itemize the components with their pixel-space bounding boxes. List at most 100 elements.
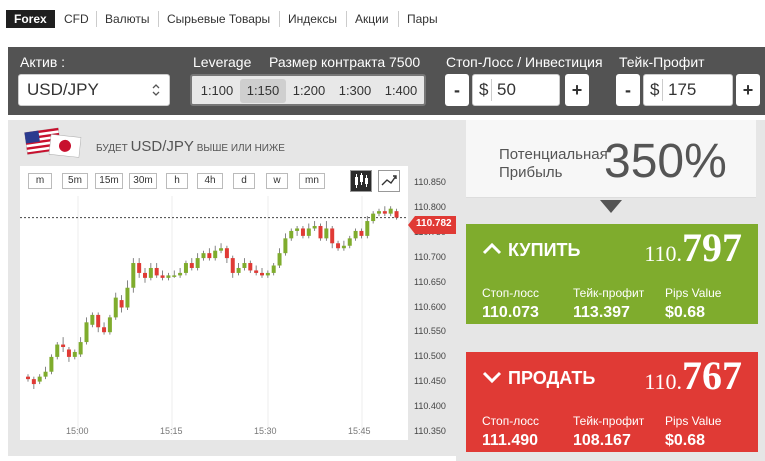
chart-panel: будет USD/JPY выше или ниже m 5m 15m 30m… [8, 120, 462, 456]
candle [224, 245, 229, 264]
candle [230, 255, 235, 278]
leverage-option-300[interactable]: 1:300 [332, 79, 378, 103]
tab-forex[interactable]: Forex [6, 10, 55, 28]
candle [289, 228, 294, 241]
candle-body [271, 265, 276, 273]
buy-label-text: КУПИТЬ [508, 240, 581, 260]
tab-indices[interactable]: Индексы [280, 10, 345, 28]
chart-question: будет USD/JPY выше или ниже [96, 138, 285, 155]
candle [295, 225, 300, 236]
sell-button[interactable]: ПРОДАТЬ 110.767 Стоп-лосс 111.490 Тейк-п… [466, 352, 758, 452]
buy-button[interactable]: КУПИТЬ 110.797 Стоп-лосс 110.073 Тейк-пр… [466, 224, 758, 324]
candle [318, 223, 323, 241]
candle [107, 314, 112, 335]
candle [207, 248, 212, 261]
candle-body [137, 263, 142, 273]
candle [125, 280, 130, 310]
sell-stoploss-value: 111.490 [482, 432, 539, 449]
tab-currencies[interactable]: Валюты [97, 10, 158, 28]
candle-body [359, 230, 364, 236]
takeprofit-input[interactable]: $ 175 [643, 74, 733, 106]
leverage-label: Leverage [193, 54, 252, 70]
stoploss-input[interactable]: $ 50 [472, 74, 560, 106]
candle [172, 270, 177, 278]
candle-body [195, 258, 200, 268]
sell-stoploss-label: Стоп-лосс [482, 414, 540, 428]
x-axis-tick-label: 15:15 [160, 426, 183, 436]
potential-profit-box: Потенциальная Прибыль 350% [466, 120, 756, 198]
candle-body [119, 300, 124, 308]
candle-body [394, 211, 399, 218]
buy-label: КУПИТЬ [482, 240, 580, 261]
candle [236, 263, 241, 276]
candle [377, 208, 381, 217]
takeprofit-label: Тейк-Профит [619, 54, 705, 70]
current-price-tag: 110.782 [408, 216, 462, 234]
pointer-triangle-icon [600, 200, 622, 213]
candle-body [72, 351, 77, 357]
candle [61, 337, 66, 352]
candle-body [49, 356, 54, 372]
leverage-option-150[interactable]: 1:150 [240, 79, 286, 103]
candle-body [172, 275, 177, 277]
candle-body [107, 317, 112, 333]
candle-body [148, 267, 153, 278]
tab-cfd[interactable]: CFD [56, 10, 97, 28]
candle-body [230, 258, 235, 273]
candle [330, 225, 335, 249]
potential-profit-label: Потенциальная Прибыль [499, 146, 619, 182]
candle [365, 216, 370, 239]
leverage-option-200[interactable]: 1:200 [286, 79, 332, 103]
candle [96, 312, 101, 333]
candle [254, 265, 259, 276]
updown-chevron-icon [151, 75, 161, 116]
takeprofit-minus-button[interactable]: - [616, 74, 640, 106]
tab-pairs[interactable]: Пары [399, 10, 446, 28]
candle [306, 223, 311, 239]
asset-select[interactable]: USD/JPY [18, 74, 170, 106]
candle [300, 225, 305, 239]
candle [265, 270, 270, 278]
candle-body [289, 230, 294, 239]
tab-commodities[interactable]: Сырьевые Товары [159, 10, 278, 28]
leverage-option-400[interactable]: 1:400 [378, 79, 424, 103]
y-axis-tick-label: 110.850 [414, 177, 446, 187]
potential-profit-label-line1: Потенциальная [499, 146, 608, 163]
candle [131, 258, 136, 293]
candle [312, 221, 317, 231]
currency-symbol: $ [479, 80, 489, 99]
stoploss-minus-button[interactable]: - [445, 74, 469, 106]
buy-takeprofit-value: 113.397 [573, 304, 630, 321]
y-axis-tick-label: 110.500 [414, 351, 446, 362]
candle-body [248, 263, 253, 271]
candle-body [207, 253, 212, 259]
question-prefix: будет [96, 143, 128, 154]
candlestick-chart[interactable]: m 5m 15m 30m h 4h d w mn [20, 166, 408, 440]
candle-body [219, 248, 224, 251]
y-axis-tick-label: 110.550 [414, 326, 446, 337]
tab-stocks[interactable]: Акции [347, 10, 397, 28]
asset-label: Актив : [20, 54, 66, 70]
candle-body [388, 208, 393, 214]
candle-body [113, 297, 118, 318]
candle-body [382, 211, 387, 214]
candle-body [160, 275, 165, 278]
potential-profit-value: 350% [604, 135, 727, 188]
candle [388, 206, 393, 217]
candle-body [347, 238, 352, 246]
candle-body [90, 314, 95, 325]
candle [137, 258, 142, 278]
candle-body [183, 263, 188, 273]
candle [242, 258, 247, 271]
candle-body [277, 253, 282, 266]
candle [353, 228, 358, 241]
candle-body [61, 344, 66, 348]
candle-body [131, 263, 136, 288]
buy-price-small: 110. [644, 241, 682, 266]
stoploss-plus-button[interactable]: + [565, 74, 589, 106]
leverage-option-100[interactable]: 1:100 [194, 79, 240, 103]
buy-stoploss-value: 110.073 [482, 304, 539, 321]
takeprofit-plus-button[interactable]: + [736, 74, 760, 106]
candle [195, 253, 200, 271]
candle [43, 366, 48, 380]
